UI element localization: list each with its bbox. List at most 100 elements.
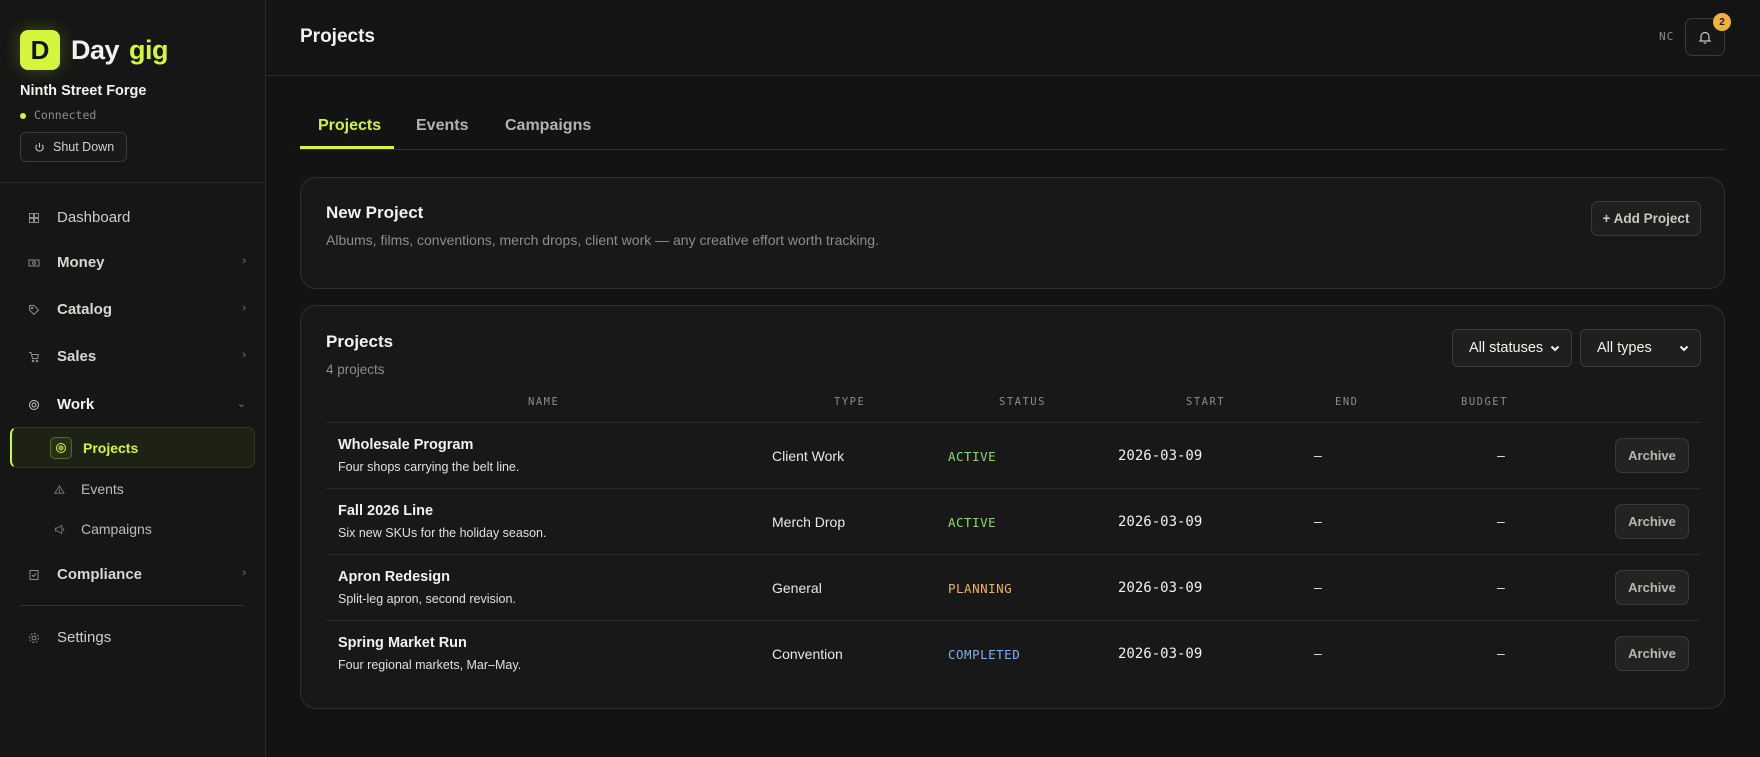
- project-start-date: 2026-03-09: [1118, 448, 1203, 464]
- column-header-budget[interactable]: BUDGET: [1461, 396, 1508, 408]
- project-description: Split-leg apron, second revision.: [338, 592, 516, 606]
- archive-button[interactable]: Archive: [1615, 570, 1689, 605]
- chevron-right-icon: ›: [242, 302, 246, 314]
- project-end-date: –: [1314, 645, 1322, 661]
- sidebar-item-label: Compliance: [57, 566, 143, 583]
- add-project-button[interactable]: + Add Project: [1591, 201, 1701, 236]
- project-budget: –: [1497, 645, 1505, 661]
- chevron-right-icon: ›: [242, 567, 246, 579]
- page-title: Projects: [300, 26, 375, 47]
- sidebar-item-catalog[interactable]: Catalog ›: [28, 301, 246, 318]
- column-header-end[interactable]: END: [1335, 396, 1358, 408]
- status-dot-icon: [20, 113, 26, 119]
- sidebar-item-sales[interactable]: Sales ›: [28, 348, 246, 365]
- target-icon: [29, 399, 39, 410]
- sidebar-item-label: Settings: [57, 629, 112, 646]
- connection-status: Connected: [20, 108, 96, 122]
- sidebar-subitem-events[interactable]: Events: [54, 481, 124, 497]
- notification-badge: 2: [1713, 13, 1731, 31]
- connection-status-label: Connected: [34, 108, 97, 122]
- project-end-date: –: [1314, 447, 1322, 463]
- chevron-right-icon: ›: [242, 255, 246, 267]
- tab-campaigns[interactable]: Campaigns: [505, 117, 591, 135]
- project-name: Apron Redesign: [338, 569, 450, 585]
- archive-button[interactable]: Archive: [1615, 504, 1689, 539]
- sidebar-divider: [0, 182, 266, 183]
- column-header-status[interactable]: STATUS: [999, 396, 1046, 408]
- tent-icon: [54, 484, 65, 494]
- tab-bar: Projects Events Campaigns: [300, 108, 1725, 150]
- status-badge: COMPLETED: [948, 647, 1021, 662]
- checklist-icon: [29, 569, 39, 580]
- table-row[interactable]: Fall 2026 Line Six new SKUs for the holi…: [326, 489, 1701, 555]
- sidebar-item-compliance[interactable]: Compliance ›: [28, 566, 246, 583]
- sidebar: D Day gig Ninth Street Forge Connected S…: [0, 0, 266, 757]
- sidebar-subitem-label: Campaigns: [81, 521, 152, 537]
- sidebar-item-settings[interactable]: Settings: [28, 629, 246, 646]
- chevron-down-icon: ⌄: [236, 398, 246, 410]
- gear-icon: [29, 632, 39, 643]
- sidebar-subitem-projects[interactable]: Projects: [10, 427, 255, 468]
- shutdown-label: Shut Down: [53, 140, 115, 154]
- table-row[interactable]: Apron Redesign Split-leg apron, second r…: [326, 555, 1701, 621]
- sidebar-item-label: Sales: [57, 348, 97, 365]
- project-type: Convention: [772, 646, 843, 662]
- project-end-date: –: [1314, 579, 1322, 595]
- project-start-date: 2026-03-09: [1118, 580, 1203, 596]
- project-description: Four regional markets, Mar–May.: [338, 658, 522, 672]
- status-filter-select[interactable]: All statuses: [1452, 329, 1572, 367]
- brand-word-day: Day: [71, 34, 120, 65]
- brand-mark: D: [20, 30, 60, 70]
- chevron-down-icon: [1679, 345, 1689, 352]
- user-initials[interactable]: NC: [1659, 30, 1674, 43]
- project-start-date: 2026-03-09: [1118, 514, 1203, 530]
- cart-icon: [29, 351, 40, 362]
- brand-logo[interactable]: D Day gig: [20, 30, 169, 70]
- tab-projects[interactable]: Projects: [318, 117, 381, 135]
- table-row[interactable]: Spring Market Run Four regional markets,…: [326, 621, 1701, 687]
- sidebar-subitem-label: Events: [81, 481, 124, 497]
- tag-icon: [29, 304, 40, 315]
- org-name: Ninth Street Forge: [20, 83, 147, 99]
- sidebar-item-dashboard[interactable]: Dashboard: [28, 209, 246, 226]
- power-icon: [35, 142, 44, 152]
- dashboard-icon: [29, 212, 39, 223]
- type-filter-select[interactable]: All types: [1580, 329, 1701, 367]
- project-description: Four shops carrying the belt line.: [338, 460, 520, 474]
- shutdown-button[interactable]: Shut Down: [20, 132, 127, 162]
- projects-count: 4 projects: [326, 362, 385, 377]
- column-header-start[interactable]: START: [1186, 396, 1225, 408]
- column-header-type[interactable]: TYPE: [834, 396, 865, 408]
- new-project-title: New Project: [326, 203, 424, 222]
- sidebar-item-money[interactable]: Money ›: [28, 254, 246, 271]
- bell-icon: [1698, 31, 1712, 44]
- sidebar-item-work[interactable]: Work ⌄: [28, 396, 246, 413]
- project-type: Merch Drop: [772, 514, 846, 530]
- brand-word-gig: gig: [129, 34, 169, 65]
- sidebar-subitem-campaigns[interactable]: Campaigns: [54, 521, 152, 537]
- megaphone-icon: [54, 524, 65, 534]
- new-project-card: New Project Albums, films, conventions, …: [300, 177, 1725, 289]
- sidebar-subitem-label: Projects: [83, 440, 139, 456]
- status-badge: PLANNING: [948, 581, 1013, 596]
- column-header-name[interactable]: NAME: [528, 396, 559, 408]
- new-project-description: Albums, films, conventions, merch drops,…: [326, 232, 879, 248]
- project-description: Six new SKUs for the holiday season.: [338, 526, 547, 540]
- project-type: Client Work: [772, 448, 845, 464]
- project-budget: –: [1497, 513, 1505, 529]
- project-budget: –: [1497, 579, 1505, 595]
- status-filter-value: All statuses: [1469, 340, 1544, 356]
- archive-button[interactable]: Archive: [1615, 438, 1689, 473]
- money-icon: [28, 259, 40, 266]
- tab-events[interactable]: Events: [416, 117, 468, 135]
- sidebar-item-label: Money: [57, 254, 105, 271]
- table-row[interactable]: Wholesale Program Four shops carrying th…: [326, 423, 1701, 489]
- sidebar-item-label: Work: [57, 396, 95, 413]
- projects-list-title: Projects: [326, 332, 394, 351]
- project-name: Fall 2026 Line: [338, 503, 434, 519]
- project-name: Wholesale Program: [338, 437, 474, 453]
- chevron-down-icon: [1550, 345, 1560, 352]
- top-bar: Projects NC 2: [266, 0, 1760, 76]
- archive-button[interactable]: Archive: [1615, 636, 1689, 671]
- project-end-date: –: [1314, 513, 1322, 529]
